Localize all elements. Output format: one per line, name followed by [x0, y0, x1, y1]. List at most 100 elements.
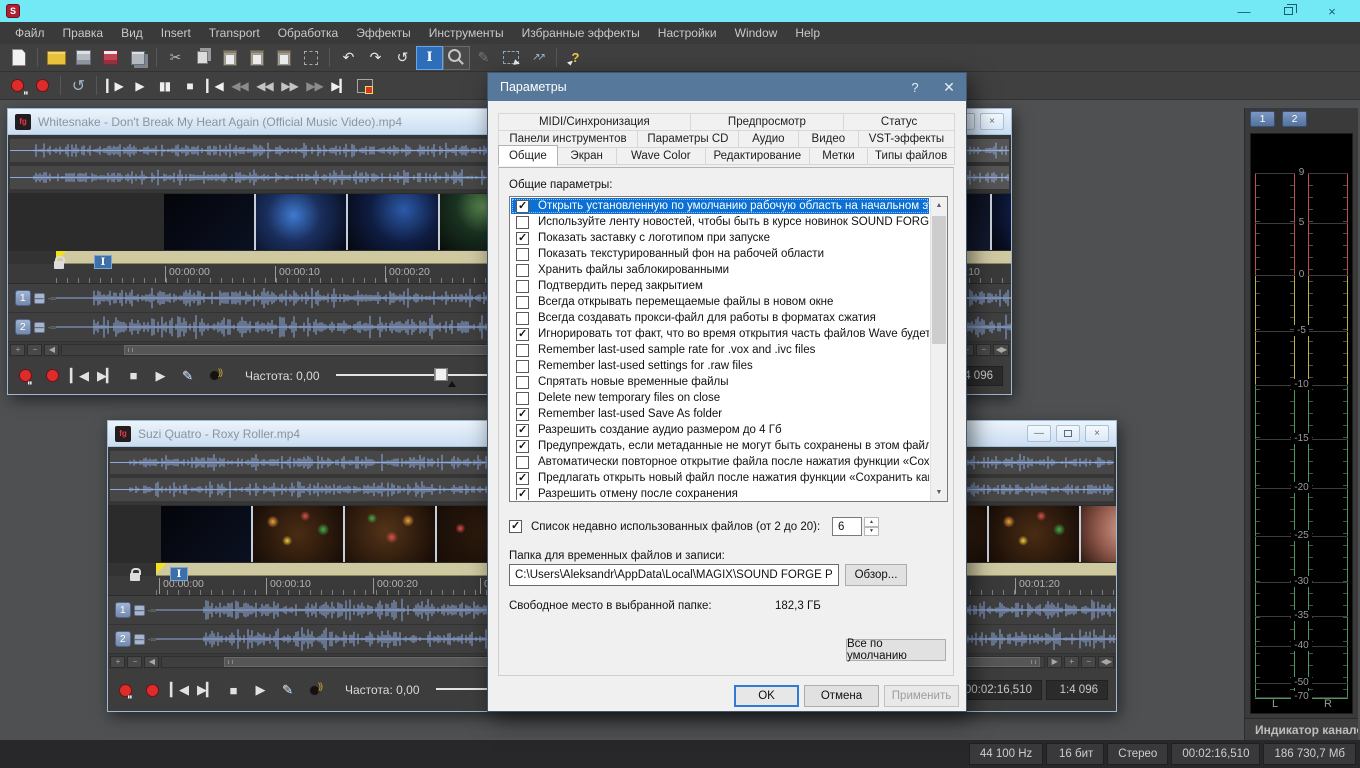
tab-видео[interactable]: Видео — [798, 130, 859, 148]
track-collapse-button[interactable]: — — [134, 605, 145, 616]
tab-предпросмотр[interactable]: Предпросмотр — [690, 113, 845, 131]
save-as-icon[interactable] — [97, 46, 124, 70]
record-icon[interactable] — [30, 74, 55, 98]
track-collapse-button[interactable]: — — [34, 322, 45, 333]
scroll-right-button-1[interactable]: + — [1064, 656, 1079, 668]
paste-mix-icon[interactable] — [270, 46, 297, 70]
ok-button[interactable]: OK — [734, 685, 799, 707]
defaults-button[interactable]: Все по умолчанию — [846, 639, 946, 661]
whats-this-help-icon[interactable]: ? — [562, 46, 589, 70]
scrub-icon[interactable] — [205, 364, 223, 388]
redo-icon[interactable]: ↷ — [362, 46, 389, 70]
slider-thumb[interactable] — [434, 368, 448, 381]
meter-channel-1-button[interactable]: 1 — [1250, 111, 1275, 127]
scroll-left-button-1[interactable]: − — [127, 656, 142, 668]
minimize-icon[interactable]: — — [1222, 0, 1266, 22]
option-checkbox[interactable] — [516, 440, 529, 453]
option-row-5[interactable]: Подтвердить перед закрытием — [511, 278, 929, 294]
menu-item-4[interactable]: Transport — [200, 22, 269, 44]
recent-files-count[interactable]: 6 — [832, 517, 862, 536]
option-row-12[interactable]: Delete new temporary files on close — [511, 390, 929, 406]
track-collapse-button[interactable]: — — [134, 634, 145, 645]
selection-tool-icon[interactable] — [497, 46, 524, 70]
scroll-left-button-0[interactable]: + — [110, 656, 125, 668]
option-row-9[interactable]: Remember last-used sample rate for .vox … — [511, 342, 929, 358]
temp-folder-input[interactable] — [509, 564, 839, 586]
tab-метки[interactable]: Метки — [809, 147, 869, 165]
scroll-right-button-3[interactable]: ◀▶ — [993, 344, 1009, 356]
track-number-button[interactable]: 2 — [115, 631, 131, 647]
play-all-icon[interactable]: ▎▶ — [102, 74, 127, 98]
tab-midi-синхронизация[interactable]: MIDI/Синхронизация — [498, 113, 691, 131]
option-checkbox[interactable] — [516, 280, 529, 293]
go-to-start-icon[interactable]: ▎◀ — [202, 74, 227, 98]
menu-item-7[interactable]: Инструменты — [420, 22, 513, 44]
menu-item-10[interactable]: Window — [726, 22, 787, 44]
save-all-icon[interactable] — [124, 46, 151, 70]
record-remote-icon[interactable] — [116, 678, 134, 702]
option-row-6[interactable]: Всегда открывать перемещаемые файлы в но… — [511, 294, 929, 310]
stop-icon[interactable]: ■ — [177, 74, 202, 98]
trim-crop-icon[interactable] — [297, 46, 324, 70]
option-checkbox[interactable] — [516, 328, 529, 341]
option-row-14[interactable]: Разрешить создание аудио размером до 4 Г… — [511, 422, 929, 438]
option-row-17[interactable]: Предлагать открыть новый файл после нажа… — [511, 470, 929, 486]
restore-icon[interactable] — [1056, 425, 1080, 442]
menu-item-3[interactable]: Insert — [152, 22, 200, 44]
tab-типы-файлов[interactable]: Типы файлов — [867, 147, 955, 165]
level-meter[interactable]: L R 950-5-10-15-20-25-30-35-40-50-70 — [1250, 133, 1353, 714]
scrub-icon[interactable] — [305, 678, 323, 702]
play-icon[interactable]: ▶ — [151, 364, 169, 388]
option-row-4[interactable]: Хранить файлы заблокированными — [511, 262, 929, 278]
record-remote-icon[interactable] — [5, 74, 30, 98]
option-checkbox[interactable] — [516, 456, 529, 469]
close-icon[interactable]: × — [1310, 0, 1354, 22]
option-checkbox[interactable] — [516, 360, 529, 373]
menu-item-9[interactable]: Настройки — [649, 22, 726, 44]
option-row-16[interactable]: Автоматически повторное открытие файла п… — [511, 454, 929, 470]
go-to-end-icon[interactable]: ▶▎ — [97, 364, 115, 388]
go-to-end-icon[interactable]: ▶▎ — [327, 74, 352, 98]
edit-tool-icon[interactable]: I — [416, 46, 443, 70]
option-checkbox[interactable] — [516, 344, 529, 357]
scroll-left-button-1[interactable]: − — [27, 344, 42, 356]
option-row-18[interactable]: Разрешить отмену после сохранения — [511, 486, 929, 500]
scrollbar-thumb[interactable] — [932, 216, 946, 344]
tab-vst-эффекты[interactable]: VST-эффекты — [858, 130, 955, 148]
new-file-icon[interactable] — [5, 46, 32, 70]
track-collapse-button[interactable]: — — [34, 293, 45, 304]
track-number-button[interactable]: 2 — [15, 319, 31, 335]
lock-icon[interactable] — [130, 573, 140, 581]
option-checkbox[interactable] — [516, 424, 529, 437]
tab-общие[interactable]: Общие — [498, 145, 558, 166]
option-row-2[interactable]: Показать заставку с логотипом при запуск… — [511, 230, 929, 246]
browse-button[interactable]: Обзор... — [845, 564, 907, 586]
scroll-down-icon[interactable]: ▼ — [931, 484, 947, 501]
list-scrollbar[interactable]: ▲ ▼ — [930, 197, 947, 501]
menu-item-0[interactable]: Файл — [6, 22, 54, 44]
scroll-right-button-3[interactable]: ◀▶ — [1098, 656, 1114, 668]
scroll-left-button-2[interactable]: ◀ — [144, 656, 159, 668]
forward-icon[interactable]: ▶▶ — [277, 74, 302, 98]
meter-channel-2-button[interactable]: 2 — [1282, 111, 1307, 127]
option-row-15[interactable]: Предупреждать, если метаданные не могут … — [511, 438, 929, 454]
magnify-tool-icon[interactable] — [443, 46, 470, 70]
option-row-13[interactable]: Remember last-used Save As folder — [511, 406, 929, 422]
lock-icon[interactable] — [54, 261, 64, 269]
option-checkbox[interactable] — [516, 232, 529, 245]
paste-icon[interactable] — [216, 46, 243, 70]
recent-files-option[interactable]: Список недавно использованных файлов (от… — [509, 520, 820, 533]
scroll-right-button-2[interactable]: − — [976, 344, 991, 356]
option-checkbox[interactable] — [516, 248, 529, 261]
tab-параметры-cd[interactable]: Параметры CD — [637, 130, 739, 148]
option-checkbox[interactable] — [516, 264, 529, 277]
record-icon[interactable] — [43, 364, 61, 388]
tab-аудио[interactable]: Аудио — [738, 130, 799, 148]
recent-files-checkbox[interactable] — [509, 520, 522, 533]
scroll-right-button-0[interactable]: ▶ — [1047, 656, 1062, 668]
option-row-10[interactable]: Remember last-used settings for .raw fil… — [511, 358, 929, 374]
tab-редактирование[interactable]: Редактирование — [705, 147, 809, 165]
open-in-external-icon[interactable] — [352, 74, 377, 98]
cancel-button[interactable]: Отмена — [804, 685, 879, 707]
open-file-icon[interactable] — [43, 46, 70, 70]
